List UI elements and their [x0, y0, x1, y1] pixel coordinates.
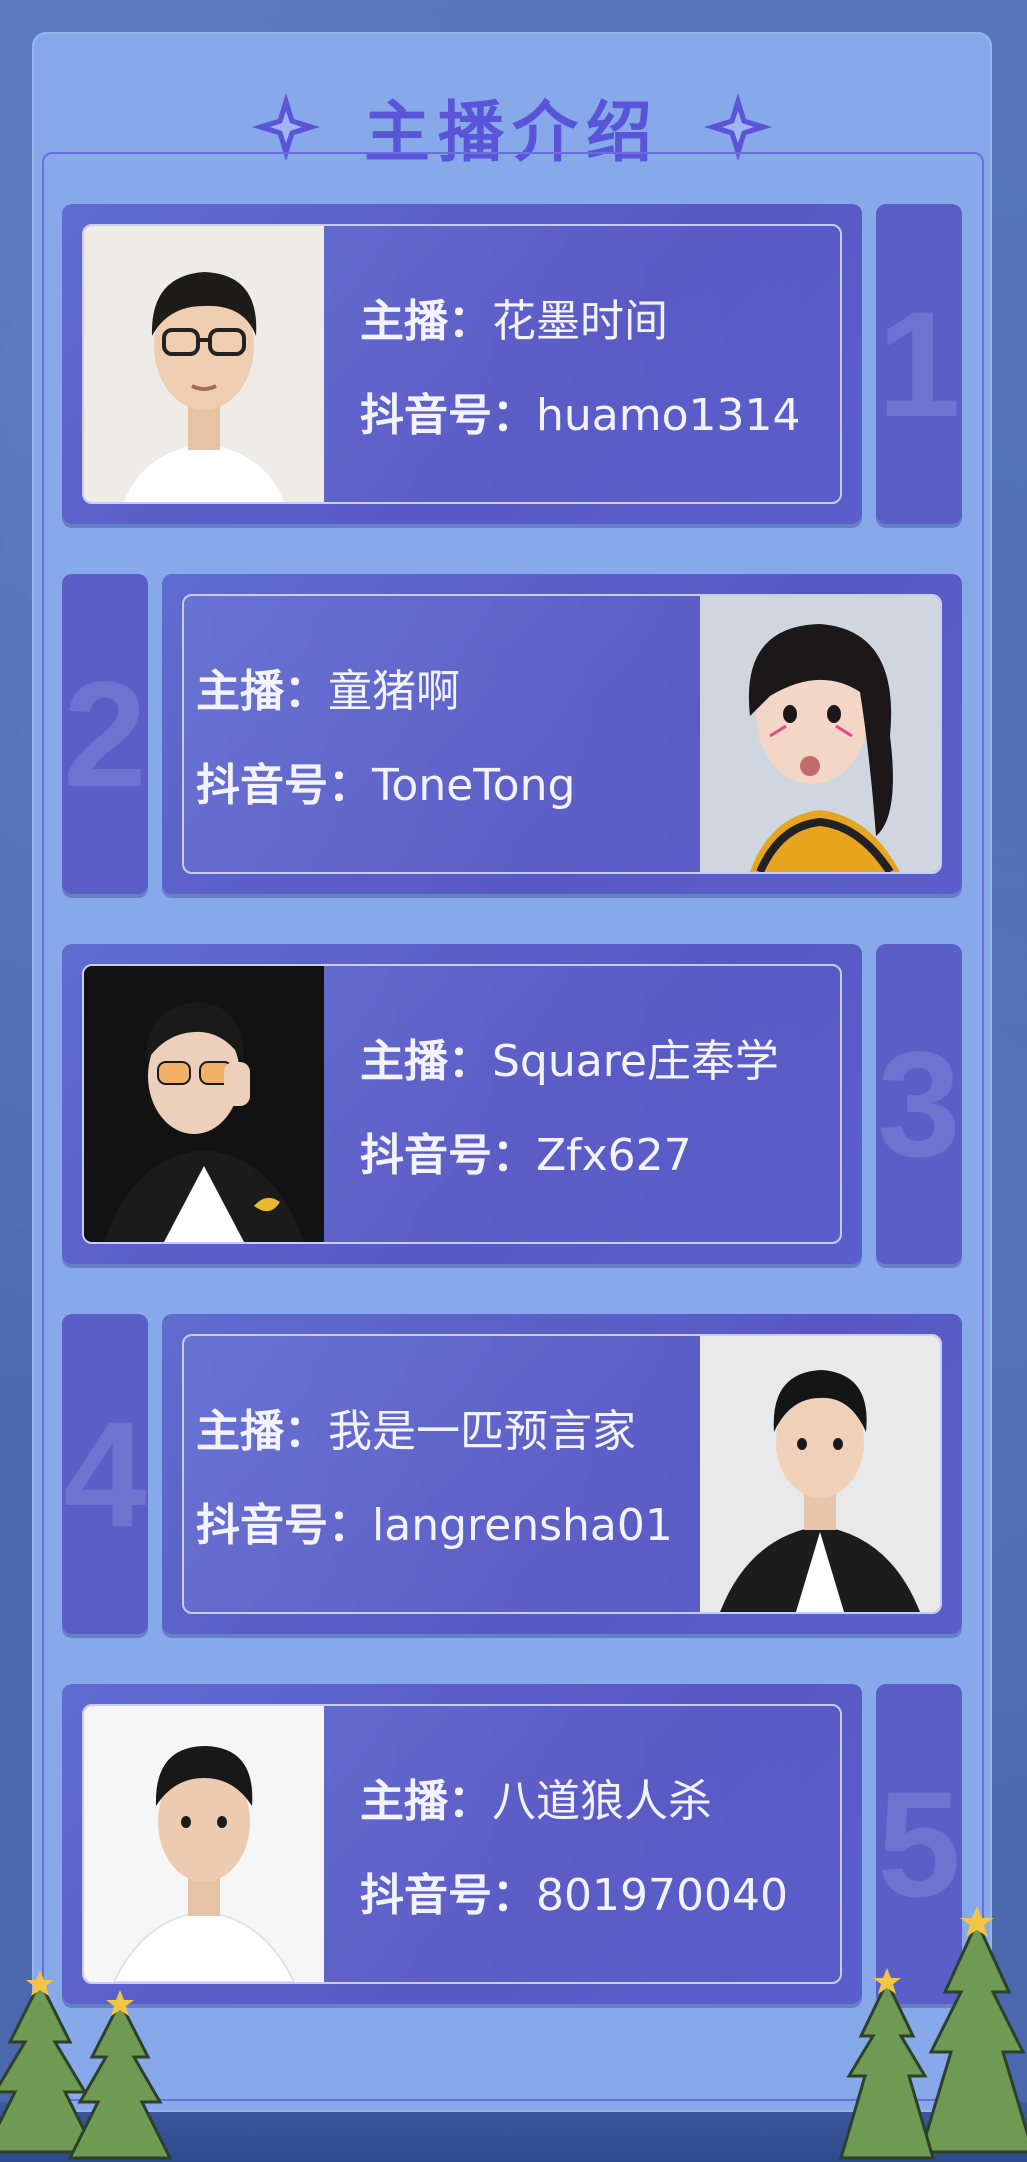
- avatar: [84, 966, 324, 1242]
- avatar: [700, 1336, 940, 1612]
- host-name: 花墨时间: [492, 296, 668, 347]
- douyin-id: langrensha01: [372, 1500, 673, 1551]
- avatar: [84, 1706, 324, 1982]
- streamer-card-inner: 主播：我是一匹预言家 抖音号：langrensha01: [182, 1334, 942, 1614]
- douyin-id: 801970040: [536, 1870, 788, 1921]
- douyin-line: 抖音号：Zfx627: [360, 1119, 840, 1183]
- host-line: 主播：花墨时间: [360, 285, 840, 349]
- rank-tab: 1: [876, 204, 962, 524]
- rank-tab: 2: [62, 574, 148, 894]
- host-name: 八道狼人杀: [492, 1776, 712, 1827]
- host-line: 主播：八道狼人杀: [360, 1765, 840, 1829]
- rank-tab: 3: [876, 944, 962, 1264]
- streamer-info: 主播：童猪啊 抖音号：ToneTong: [184, 596, 700, 872]
- rank-tab: 4: [62, 1314, 148, 1634]
- douyin-line: 抖音号：langrensha01: [196, 1489, 700, 1553]
- host-line: 主播：Square庄奉学: [360, 1025, 840, 1089]
- host-label: 主播：: [360, 296, 492, 347]
- streamer-card-body: 主播：Square庄奉学 抖音号：Zfx627: [62, 944, 862, 1264]
- douyin-label: 抖音号：: [360, 1130, 536, 1181]
- douyin-label: 抖音号：: [196, 760, 372, 811]
- streamer-card-body: 主播：童猪啊 抖音号：ToneTong: [162, 574, 962, 894]
- streamer-card-inner: 主播：童猪啊 抖音号：ToneTong: [182, 594, 942, 874]
- streamer-photo: [700, 596, 940, 872]
- host-label: 主播：: [196, 1406, 328, 1457]
- christmas-tree-left: [0, 1970, 173, 2160]
- streamer-card: 主播：Square庄奉学 抖音号：Zfx627 3: [62, 944, 962, 1264]
- streamer-card: 2 主播：童猪啊 抖音号：ToneTong: [62, 574, 962, 894]
- streamer-card-inner: 主播：八道狼人杀 抖音号：801970040: [82, 1704, 842, 1984]
- host-label: 主播：: [196, 666, 328, 717]
- douyin-line: 抖音号：ToneTong: [196, 749, 700, 813]
- douyin-id: ToneTong: [372, 760, 576, 811]
- streamer-info: 主播：我是一匹预言家 抖音号：langrensha01: [184, 1336, 700, 1612]
- douyin-line: 抖音号：huamo1314: [360, 379, 840, 443]
- douyin-line: 抖音号：801970040: [360, 1859, 840, 1923]
- streamer-photo: [84, 966, 324, 1242]
- douyin-label: 抖音号：: [360, 1870, 536, 1921]
- streamer-card: 主播：花墨时间 抖音号：huamo1314 1: [62, 204, 962, 524]
- rank-number: 2: [63, 649, 147, 818]
- avatar: [700, 596, 940, 872]
- streamer-info: 主播：花墨时间 抖音号：huamo1314: [324, 226, 840, 502]
- host-label: 主播：: [360, 1036, 492, 1087]
- rank-number: 3: [877, 1019, 961, 1188]
- host-label: 主播：: [360, 1776, 492, 1827]
- host-name: 童猪啊: [328, 666, 460, 717]
- streamer-card: 4 主播：我是一匹预言家 抖音号：langrensha01: [62, 1314, 962, 1634]
- host-name: 我是一匹预言家: [328, 1406, 636, 1457]
- streamer-card-inner: 主播：花墨时间 抖音号：huamo1314: [82, 224, 842, 504]
- streamer-card-inner: 主播：Square庄奉学 抖音号：Zfx627: [82, 964, 842, 1244]
- douyin-label: 抖音号：: [196, 1500, 372, 1551]
- streamer-photo: [84, 226, 324, 502]
- streamer-card-body: 主播：八道狼人杀 抖音号：801970040: [62, 1684, 862, 2004]
- christmas-tree-right: [838, 1906, 1027, 2160]
- streamer-card-body: 主播：我是一匹预言家 抖音号：langrensha01: [162, 1314, 962, 1634]
- douyin-id: Zfx627: [536, 1130, 692, 1181]
- avatar: [84, 226, 324, 502]
- douyin-id: huamo1314: [536, 390, 801, 441]
- host-line: 主播：我是一匹预言家: [196, 1395, 700, 1459]
- streamer-photo: [700, 1336, 940, 1612]
- streamer-photo: [84, 1706, 324, 1982]
- rank-number: 1: [877, 279, 961, 448]
- streamer-info: 主播：八道狼人杀 抖音号：801970040: [324, 1706, 840, 1982]
- streamer-card-body: 主播：花墨时间 抖音号：huamo1314: [62, 204, 862, 524]
- intro-panel: 主播介绍 主播：花墨时间 抖音号：huamo1314 1 2 主播：童猪啊 抖音…: [32, 32, 992, 2112]
- streamer-info: 主播：Square庄奉学 抖音号：Zfx627: [324, 966, 840, 1242]
- rank-number: 4: [63, 1389, 147, 1558]
- host-name: Square庄奉学: [492, 1036, 779, 1087]
- douyin-label: 抖音号：: [360, 390, 536, 441]
- host-line: 主播：童猪啊: [196, 655, 700, 719]
